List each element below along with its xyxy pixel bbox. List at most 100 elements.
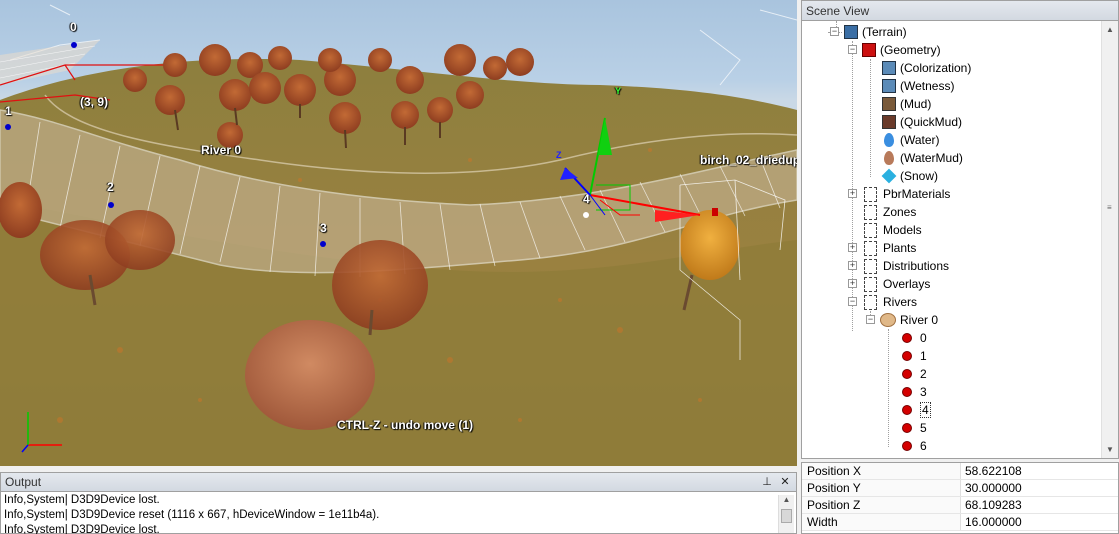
point-icon	[902, 351, 912, 361]
property-row[interactable]: Position Y 30.000000	[802, 480, 1118, 497]
log-line: Info,System| D3D9Device lost.	[4, 524, 160, 534]
quickmud-icon	[882, 115, 896, 129]
tree-node-water[interactable]: (Water)	[882, 131, 940, 149]
scene-tree[interactable]: − (Terrain) − (Geometry) (Colorization) …	[802, 21, 1118, 458]
expand-distributions[interactable]: +	[848, 261, 857, 270]
texture-icon	[882, 79, 896, 93]
property-value[interactable]: 16.000000	[961, 514, 1118, 530]
tree-node-models[interactable]: Models	[864, 221, 922, 239]
snow-diamond-icon	[881, 168, 897, 184]
scroll-up-icon[interactable]: ▲	[1102, 21, 1118, 38]
tree-node-point-selected[interactable]: 4	[902, 401, 931, 419]
point-label-1: 1	[5, 104, 12, 118]
tree-node-river-0[interactable]: River 0	[880, 311, 938, 329]
property-name: Position Z	[802, 497, 961, 513]
tree-node-pbrmaterials[interactable]: PbrMaterials	[864, 185, 950, 203]
property-name: Width	[802, 514, 961, 530]
close-icon[interactable]: ✕	[778, 475, 792, 489]
tree-node-overlays[interactable]: Overlays	[864, 275, 930, 293]
tree-node-wetness[interactable]: (Wetness)	[882, 77, 954, 95]
tree-node-zones[interactable]: Zones	[864, 203, 916, 221]
point-label-3: 3	[320, 221, 327, 235]
output-panel: Output ⊥ ✕ Info,System| D3D9Device lost.…	[0, 472, 797, 534]
river-name-label: River 0	[201, 143, 242, 157]
property-grid: Position X 58.622108 Position Y 30.00000…	[801, 462, 1119, 534]
property-name: Position Y	[802, 480, 961, 496]
terrain-icon	[844, 25, 858, 39]
tree-node-snow[interactable]: (Snow)	[881, 167, 938, 185]
tree-node-point[interactable]: 1	[902, 347, 927, 365]
scroll-grip-icon[interactable]: ≡	[1107, 204, 1114, 212]
tree-node-point[interactable]: 5	[902, 419, 927, 437]
tree-node-colorization[interactable]: (Colorization)	[882, 59, 971, 77]
tree-node-plants[interactable]: Plants	[864, 239, 916, 257]
tree-node-quickmud[interactable]: (QuickMud)	[882, 113, 962, 131]
collapse-rivers[interactable]: −	[848, 297, 857, 306]
scroll-up-icon[interactable]: ▲	[779, 495, 794, 508]
folder-icon	[864, 294, 877, 310]
collapse-geometry[interactable]: −	[848, 45, 857, 54]
tree-node-distributions[interactable]: Distributions	[864, 257, 949, 275]
property-value[interactable]: 58.622108	[961, 463, 1118, 479]
pin-icon[interactable]: ⊥	[760, 475, 774, 489]
point-icon	[902, 369, 912, 379]
tree-node-point[interactable]: 3	[902, 383, 927, 401]
point-icon	[902, 441, 912, 451]
point-icon	[902, 333, 912, 343]
cube-icon	[862, 43, 876, 57]
gizmo-z-label: Z	[556, 150, 562, 160]
point-icon	[902, 405, 912, 415]
point-label-4: 4	[583, 192, 590, 206]
output-title: Output	[5, 475, 42, 489]
collapse-river0[interactable]: −	[866, 315, 875, 324]
property-row[interactable]: Position X 58.622108	[802, 463, 1118, 480]
property-name: Position X	[802, 463, 961, 479]
output-log: Info,System| D3D9Device lost. Info,Syste…	[1, 492, 796, 534]
folder-icon	[864, 204, 877, 220]
terrain-render	[0, 4, 797, 466]
folder-icon	[864, 276, 877, 292]
river-icon	[880, 313, 896, 327]
point-label-2: 2	[107, 180, 114, 194]
undo-hint: CTRL-Z - undo move (1)	[337, 418, 473, 432]
gizmo-y-label: Y	[615, 86, 622, 96]
tree-node-point[interactable]: 6	[902, 437, 927, 455]
log-line: Info,System| D3D9Device lost.	[4, 494, 160, 506]
mud-drop-icon	[884, 151, 894, 165]
tree-node-point[interactable]: 0	[902, 329, 927, 347]
expand-overlays[interactable]: +	[848, 279, 857, 288]
tree-node-point[interactable]: 2	[902, 365, 927, 383]
tree-node-rivers[interactable]: Rivers	[864, 293, 917, 311]
collapse-terrain[interactable]: −	[830, 27, 839, 36]
water-drop-icon	[884, 133, 894, 147]
tree-scrollbar[interactable]: ▲ ≡ ▼	[1101, 21, 1118, 458]
mud-icon	[882, 97, 896, 111]
folder-icon	[864, 240, 877, 256]
texture-icon	[882, 61, 896, 75]
point-icon	[902, 423, 912, 433]
log-line: Info,System| D3D9Device reset (1116 x 66…	[4, 509, 380, 521]
scroll-down-icon[interactable]: ▼	[1102, 441, 1118, 458]
output-scrollbar[interactable]: ▲	[778, 495, 794, 533]
scene-view-title: Scene View	[802, 1, 1118, 21]
folder-icon	[864, 186, 877, 202]
property-row[interactable]: Width 16.000000	[802, 514, 1118, 531]
point-icon	[902, 387, 912, 397]
tree-node-watermud[interactable]: (WaterMud)	[882, 149, 963, 167]
folder-icon	[864, 258, 877, 274]
point-label-0: 0	[70, 20, 77, 34]
property-value[interactable]: 68.109283	[961, 497, 1118, 513]
scene-view-panel: Scene View − (Terrain) − (Geometry) (Col…	[801, 0, 1119, 459]
3d-viewport[interactable]: 0 1 2 3 4 (3, 9) River 0 birch_02_driedu…	[0, 0, 797, 466]
tree-node-terrain[interactable]: (Terrain)	[844, 23, 907, 41]
output-header: Output ⊥ ✕	[1, 473, 796, 492]
property-row[interactable]: Position Z 68.109283	[802, 497, 1118, 514]
tree-node-geometry[interactable]: (Geometry)	[862, 41, 941, 59]
property-value[interactable]: 30.000000	[961, 480, 1118, 496]
tree-node-mud[interactable]: (Mud)	[882, 95, 931, 113]
coord-label: (3, 9)	[80, 95, 109, 109]
expand-plants[interactable]: +	[848, 243, 857, 252]
folder-icon	[864, 222, 877, 238]
expand-pbr[interactable]: +	[848, 189, 857, 198]
scroll-thumb[interactable]	[781, 509, 792, 523]
